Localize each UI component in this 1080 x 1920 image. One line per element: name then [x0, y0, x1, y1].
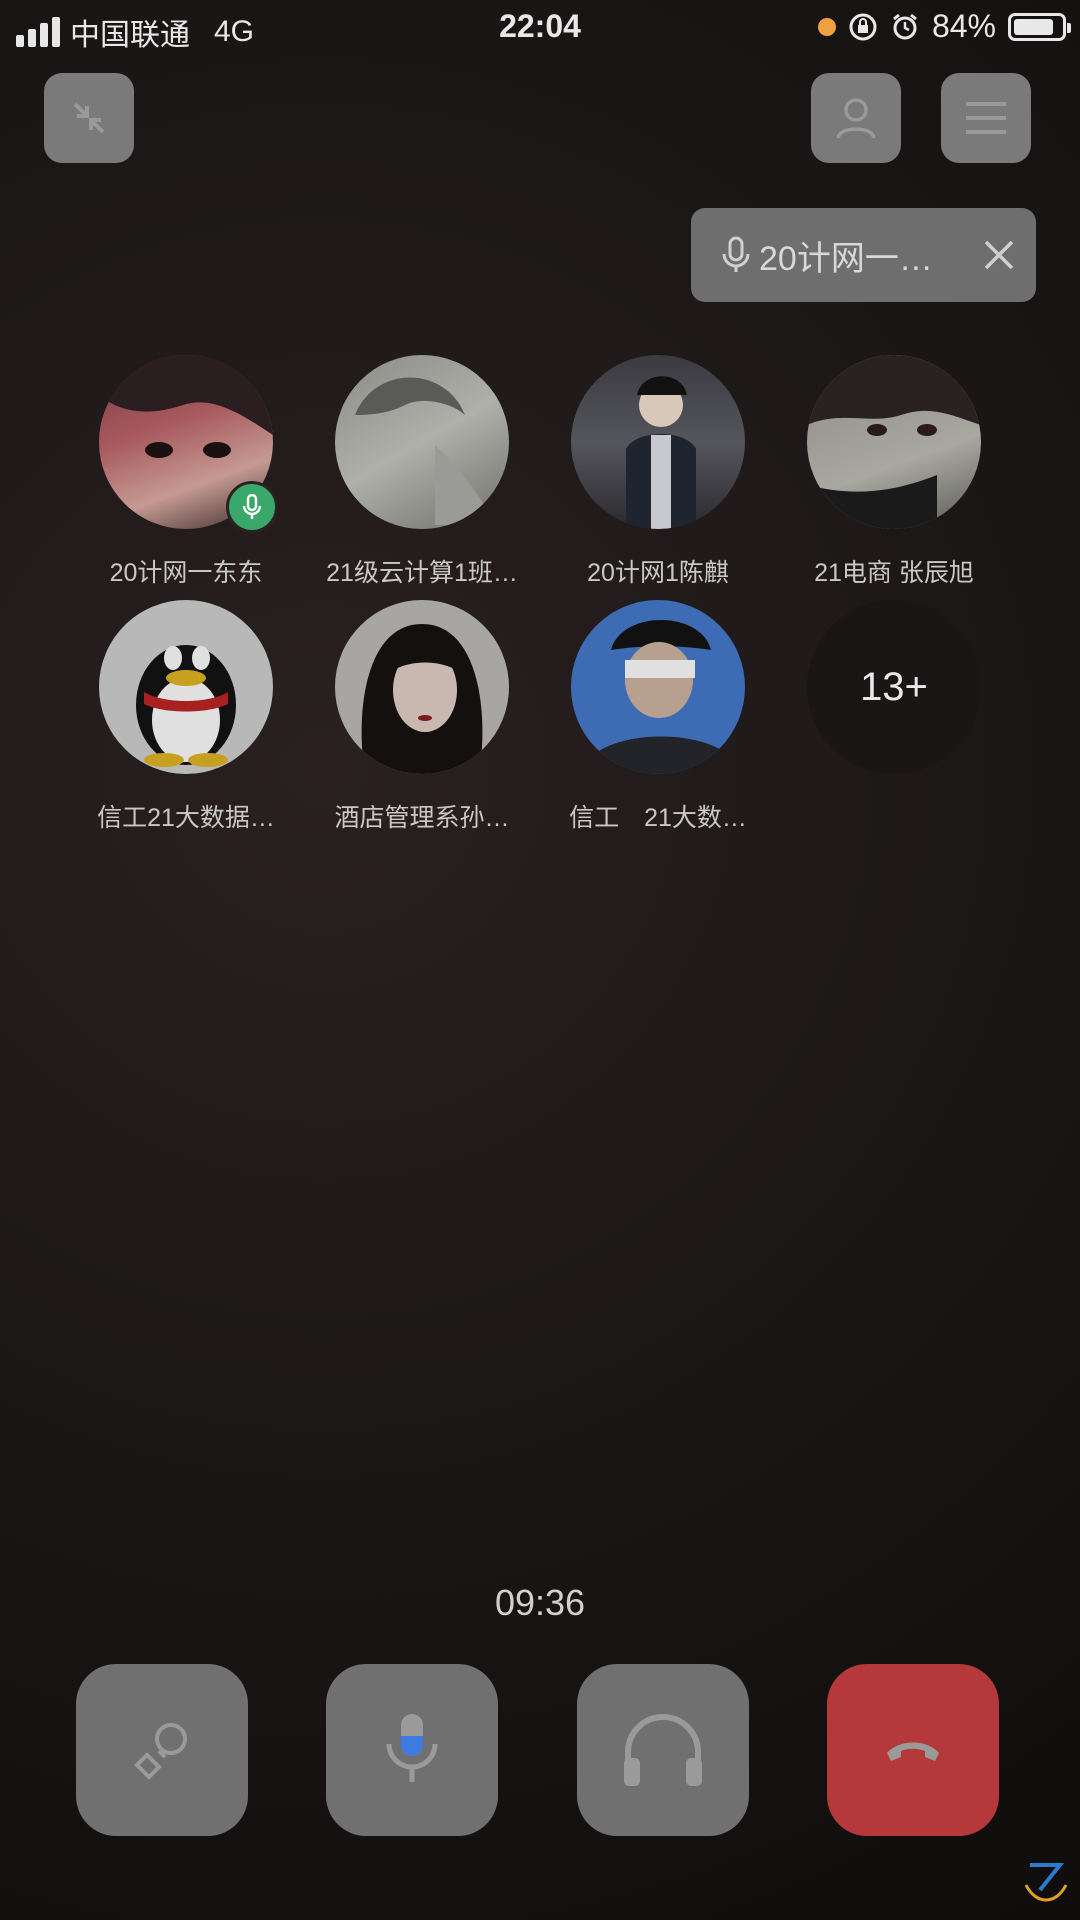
participant-name: 20计网一东东 [109, 559, 263, 587]
headphones-icon [624, 1714, 702, 1786]
anime-avatar-art [355, 377, 495, 525]
anime-avatar-art [361, 624, 483, 774]
minimize-button[interactable] [44, 73, 134, 163]
recording-dot-icon [817, 17, 836, 36]
avatar [335, 600, 509, 774]
hangup-icon [887, 1742, 939, 1761]
participant-name: 酒店管理系孙… [334, 804, 510, 832]
more-participants[interactable]: 13+ [776, 600, 1012, 774]
member-icon [836, 98, 876, 139]
participant-name: 21级云计算1班… [326, 559, 518, 587]
participant[interactable]: 21级云计算1班… [304, 355, 540, 589]
watermark-logo [1024, 1863, 1068, 1902]
members-button[interactable] [811, 73, 901, 163]
alarm-icon [893, 13, 917, 39]
microphone-icon [242, 494, 262, 519]
avatar [571, 355, 745, 529]
participant-name: 21电商 张辰旭 [814, 559, 974, 587]
avatar [335, 355, 509, 529]
participant[interactable]: 21电商 张辰旭 [776, 355, 1012, 589]
microphone-button[interactable] [326, 1664, 498, 1836]
screen-share-icon [134, 1723, 187, 1780]
avatar [807, 355, 981, 529]
avatar [99, 600, 273, 774]
battery-icon [1008, 12, 1071, 41]
participant[interactable]: 信工 21大数… [540, 600, 776, 834]
qq-penguin-icon [136, 645, 236, 767]
status-bar: 中国联通 4G 22:04 84% [0, 0, 1080, 56]
speaking-indicator[interactable]: 20计网一… [691, 208, 1036, 302]
battery-label: 84% [931, 8, 996, 44]
menu-icon [966, 102, 1006, 134]
photo-avatar-art [581, 620, 741, 774]
participant-name: 20计网1陈麒 [587, 559, 729, 587]
participant[interactable]: 20计网1陈麒 [540, 355, 776, 589]
participant[interactable]: 酒店管理系孙… [304, 600, 540, 834]
speaking-badge [226, 481, 278, 533]
participant-name: 信工 21大数… [569, 804, 747, 832]
status-right: 84% [817, 8, 1071, 45]
rotation-lock-icon [849, 13, 877, 40]
speaker-button[interactable] [577, 1664, 749, 1836]
avatar [571, 600, 745, 774]
call-timer: 09:36 [494, 1582, 586, 1623]
hangup-button[interactable] [827, 1664, 999, 1836]
participant-name: 信工21大数据… [97, 804, 275, 832]
close-icon[interactable] [982, 238, 1016, 272]
microphone-icon [386, 1714, 438, 1782]
shrink-icon [73, 102, 105, 134]
screen-share-button[interactable] [76, 1664, 248, 1836]
anime-avatar-art [807, 355, 981, 529]
menu-button[interactable] [941, 73, 1031, 163]
speaking-label: 20计网一… [759, 239, 933, 278]
more-count-badge: 13+ [807, 600, 981, 774]
participant[interactable]: 20计网一东东 [68, 355, 304, 589]
participant[interactable]: 信工21大数据… [68, 600, 304, 834]
microphone-icon [722, 236, 750, 272]
photo-avatar-art [626, 376, 696, 529]
